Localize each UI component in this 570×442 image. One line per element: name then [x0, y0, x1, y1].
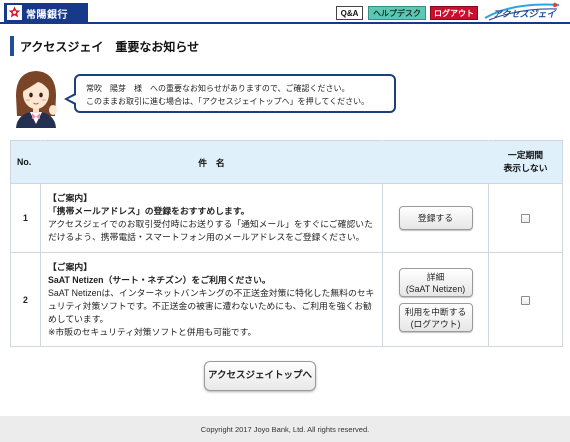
helpdesk-button[interactable]: ヘルプデスク	[368, 6, 426, 20]
hide-notice-checkbox[interactable]	[521, 295, 530, 305]
bank-name: 常陽銀行	[26, 10, 68, 21]
column-header-subject: 件 名	[40, 140, 383, 184]
row-hide-cell	[488, 252, 563, 347]
button-label-line-2: (ログアウト)	[410, 318, 461, 329]
copyright-text: Copyright 2017 Joyo Bank, Ltd. All right…	[200, 425, 370, 434]
column-header-no: No.	[10, 140, 41, 184]
row-number: 1	[10, 183, 41, 253]
row-subject: 【ご案内】 「携帯メールアドレス」の登録をおすすめします。 アクセスジェイでのお…	[40, 183, 383, 253]
speech-bubble-tail-inner	[68, 95, 76, 103]
table-row: 2 【ご案内】 SaAT Netizen（サート・ネチズン）をご利用ください。 …	[10, 252, 563, 347]
row-body-line: めしています。	[48, 313, 109, 324]
button-label-line-1: 詳細	[426, 271, 445, 282]
column-header-action	[382, 140, 489, 184]
button-label-line-2: (SaAT Netizen)	[405, 283, 466, 294]
column-header-hide-line-2: 表示しない	[503, 163, 548, 173]
row-number: 2	[10, 252, 41, 347]
row-body-line: ※市販のセキュリティ対策ソフトと併用も可能です。	[48, 326, 257, 337]
notice-message-line-1: 常吹 陽芽 様 への重要なお知らせがありますので、ご確認ください。	[86, 84, 350, 93]
row-title: 「携帯メールアドレス」の登録をおすすめします。	[48, 206, 250, 216]
row-hide-cell	[488, 183, 563, 253]
qa-button[interactable]: Q&A	[336, 6, 363, 20]
row-tag: 【ご案内】	[48, 193, 92, 203]
button-label-line-1: 利用を中断する	[404, 306, 467, 317]
table-header-row: No. 件 名 一定期間 表示しない	[10, 140, 563, 184]
saat-netizen-details-button[interactable]: 詳細 (SaAT Netizen)	[398, 267, 473, 297]
go-to-top-button[interactable]: アクセスジェイトップへ	[204, 361, 316, 391]
stop-use-logout-button[interactable]: 利用を中断する (ログアウト)	[398, 302, 473, 332]
bank-mark-icon	[7, 5, 22, 20]
row-subject: 【ご案内】 SaAT Netizen（サート・ネチズン）をご利用ください。 Sa…	[40, 252, 383, 347]
row-tag: 【ご案内】	[48, 261, 92, 272]
column-header-hide: 一定期間 表示しない	[488, 140, 563, 184]
row-body-line: SaAT Netizenは、インターネットバンキングの不正送金対策に特化した無料…	[48, 287, 375, 298]
row-title: SaAT Netizen（サート・ネチズン）をご利用ください。	[48, 274, 271, 285]
notice-table: No. 件 名 一定期間 表示しない 1 【ご案内】 「携帯メールアドレス」の登…	[10, 140, 563, 347]
row-actions: 詳細 (SaAT Netizen) 利用を中断する (ログアウト)	[382, 252, 489, 347]
bank-logo[interactable]: 常陽銀行	[4, 3, 88, 22]
row-body-line: アクセスジェイでのお取引受付時にお送りする「通知メール」をすぐにご確認いた	[48, 219, 373, 229]
row-actions: 登録する	[382, 183, 489, 253]
title-accent-bar	[10, 36, 14, 56]
register-email-button[interactable]: 登録する	[398, 206, 473, 230]
notice-message-bubble: 常吹 陽芽 様 への重要なお知らせがありますので、ご確認ください。 このままお取…	[74, 74, 396, 113]
logout-button[interactable]: ログアウト	[430, 6, 478, 20]
assistant-avatar-icon	[8, 66, 64, 128]
table-row: 1 【ご案内】 「携帯メールアドレス」の登録をおすすめします。 アクセスジェイで…	[10, 183, 563, 253]
service-logo-text: アクセスジェイ	[493, 9, 556, 19]
row-body-line: ュリティ対策ソフトです。不正送金の被害に遭わないためにも、ご利用を強くお勧	[48, 300, 372, 311]
service-logo: アクセスジェイ	[483, 0, 562, 22]
footer: Copyright 2017 Joyo Bank, Ltd. All right…	[0, 416, 570, 442]
hide-notice-checkbox[interactable]	[521, 214, 530, 224]
page-title: アクセスジェイ 重要なお知らせ	[20, 40, 200, 54]
column-header-hide-line-1: 一定期間	[507, 150, 544, 160]
row-body-line: だけるよう、携帯電話・スマートフォン用のメールアドレスをご登録ください。	[48, 232, 365, 242]
notice-message-line-2: このままお取引に進む場合は、「アクセスジェイトップへ」を押してください。	[86, 97, 370, 106]
